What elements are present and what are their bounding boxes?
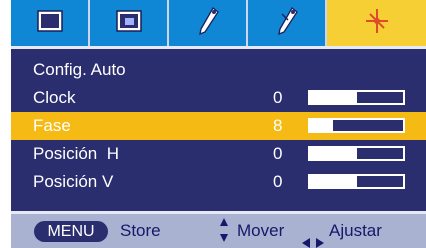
screen-adjust-icon [362, 6, 392, 41]
menu-item-fase[interactable]: Fase 8 [11, 112, 426, 140]
menu-item-posicion-h[interactable]: Posición H 0 [11, 140, 426, 168]
menu-item-clock[interactable]: Clock 0 [11, 84, 426, 112]
slider-fill [310, 120, 334, 131]
menu-item-value: 8 [273, 116, 283, 135]
menu-key-badge: MENU [34, 221, 108, 242]
slider-fill [310, 148, 357, 159]
up-down-arrow-icon [219, 217, 229, 245]
slider-fill [310, 176, 357, 187]
tab-screen-adjust[interactable] [327, 0, 426, 46]
store-label: Store [120, 221, 161, 240]
fase-slider[interactable] [308, 118, 405, 133]
posicion-v-slider[interactable] [308, 174, 405, 189]
menu-item-label: Clock [33, 88, 76, 107]
menu-item-value: 0 [273, 172, 283, 191]
posicion-h-slider[interactable] [308, 146, 405, 161]
tab-screen[interactable] [90, 0, 169, 46]
tools-icon [195, 6, 221, 41]
move-label: Mover [237, 221, 285, 240]
adjust-label: Ajustar [329, 221, 382, 240]
menu-item-label: Fase [33, 116, 71, 135]
menu-item-value: 0 [273, 88, 283, 107]
tab-picture[interactable] [11, 0, 90, 46]
osd-menu: Config. Auto Clock 0 Fase 8 Posición H 0… [11, 0, 426, 248]
clock-slider[interactable] [308, 90, 405, 105]
menu-item-value: 0 [273, 144, 283, 163]
tab-tools-options[interactable] [248, 0, 327, 46]
help-bar: MENU Store Mover Ajustar [11, 211, 426, 248]
left-right-arrow-icon [301, 224, 325, 248]
menu-item-label: Posición V [33, 172, 114, 191]
tab-tools[interactable] [169, 0, 248, 46]
slider-fill [310, 92, 357, 103]
tools-options-icon [274, 6, 300, 41]
menu-item-label: Posición H [33, 144, 119, 163]
picture-icon [36, 9, 63, 37]
screen-icon [115, 9, 142, 37]
menu-item-posicion-v[interactable]: Posición V 0 [11, 168, 426, 196]
tab-bar [11, 0, 426, 49]
menu-item-label: Config. Auto [33, 60, 126, 79]
menu-list: Config. Auto Clock 0 Fase 8 Posición H 0… [11, 49, 426, 211]
menu-item-config-auto[interactable]: Config. Auto [11, 56, 426, 84]
